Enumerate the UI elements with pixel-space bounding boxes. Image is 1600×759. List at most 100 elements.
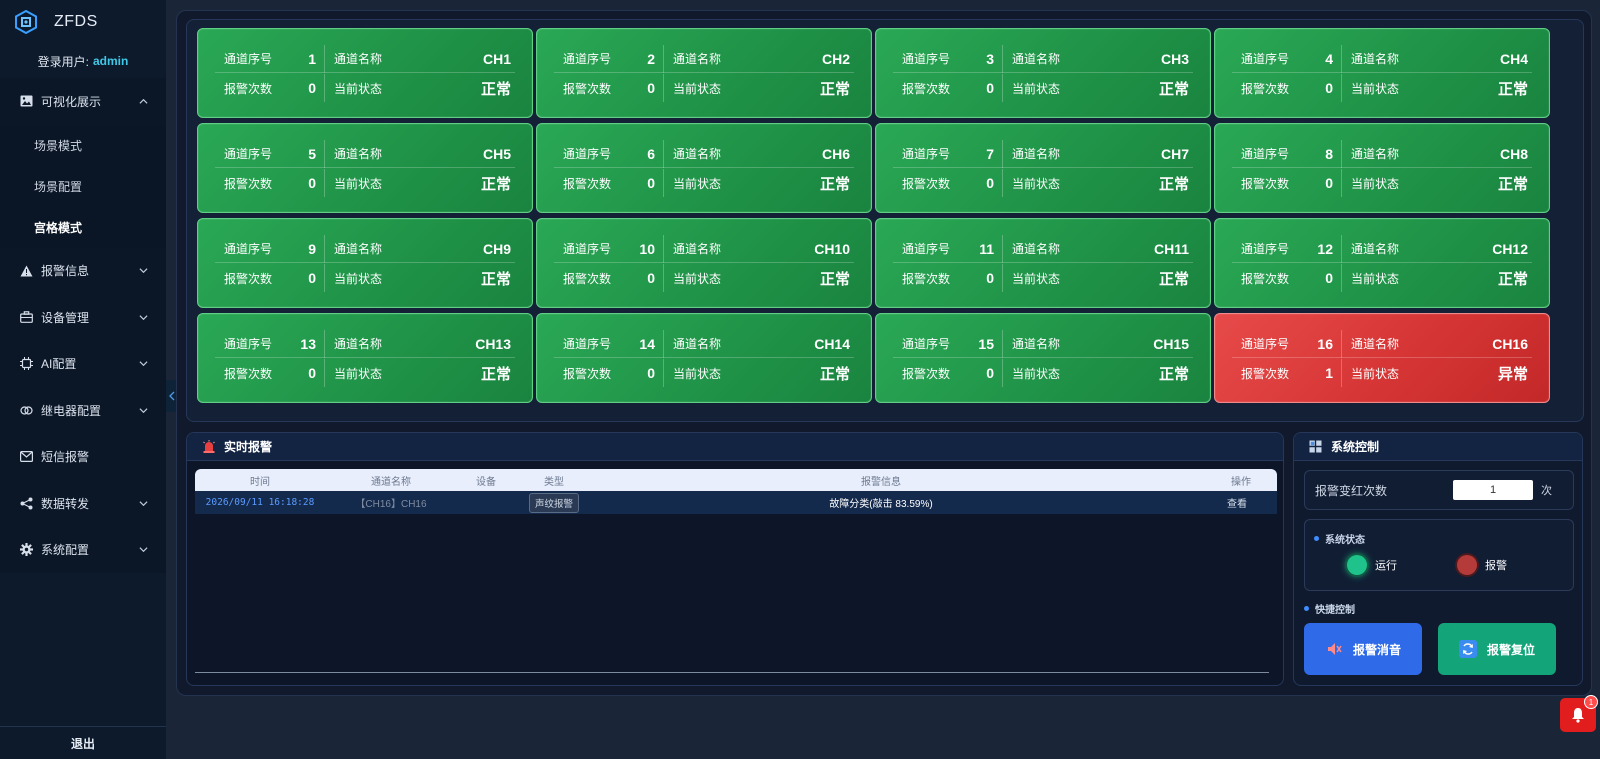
- menu-label: 数据转发: [41, 496, 90, 511]
- table-row[interactable]: 2026/09/11 16:18:28 【CH16】CH16 声纹报警 故障分类…: [195, 491, 1277, 514]
- menu-relay-config[interactable]: 继电器配置: [0, 387, 166, 434]
- menu-label: 报警信息: [41, 264, 90, 279]
- run-led-icon: [1347, 555, 1367, 575]
- channel-name: CH10: [814, 240, 850, 257]
- menu-device-management[interactable]: 设备管理: [0, 294, 166, 341]
- col-channel: 通道名称: [371, 476, 411, 488]
- col-op: 操作: [1231, 476, 1251, 488]
- channel-card[interactable]: 通道序号 9 通道名称 CH9 报警次数 0 当前状态 正常: [197, 218, 533, 308]
- card-row-top: 通道序号 14 通道名称 CH14: [554, 329, 854, 358]
- channel-status: 异常: [1497, 365, 1528, 383]
- label-name: 通道名称: [673, 52, 722, 66]
- col-type: 类型: [544, 476, 564, 488]
- alarm-table-header: 时间 通道名称 设备 类型 报警信息 操作: [195, 469, 1277, 491]
- alarm-threshold-input[interactable]: [1453, 480, 1533, 500]
- alarm-mute-button[interactable]: 报警消音: [1304, 623, 1422, 675]
- card-row-bottom: 报警次数 0 当前状态 正常: [554, 74, 854, 102]
- run-label: 运行: [1375, 560, 1397, 572]
- table-scrollbar[interactable]: [195, 672, 1269, 673]
- menu-scene-mode[interactable]: 场景模式: [0, 125, 166, 166]
- channel-index: 9: [273, 234, 325, 263]
- label-status: 当前状态: [334, 176, 383, 191]
- label-index: 通道序号: [902, 147, 951, 161]
- menu-ai-config[interactable]: AI配置: [0, 341, 166, 388]
- chevron-down-icon: [139, 547, 148, 553]
- cell-info: 故障分类(敲击 83.59%): [829, 499, 933, 510]
- chevron-down-icon: [139, 501, 148, 506]
- channel-status: 正常: [480, 365, 511, 383]
- notification-button[interactable]: 1: [1560, 695, 1598, 732]
- alarm-led-icon: [1457, 555, 1477, 575]
- briefcase-icon: [19, 310, 33, 324]
- channel-card[interactable]: 通道序号 11 通道名称 CH11 报警次数 0 当前状态 正常: [875, 218, 1211, 308]
- alarm-count: 0: [1290, 74, 1342, 102]
- card-row-top: 通道序号 10 通道名称 CH10: [554, 234, 854, 263]
- system-control-panel: 系统控制 报警变红次数 次 系统状态 运行 报警 快捷控制 报警消音: [1293, 432, 1583, 686]
- channel-card[interactable]: 通道序号 3 通道名称 CH3 报警次数 0 当前状态 正常: [875, 28, 1211, 118]
- channel-card[interactable]: 通道序号 2 通道名称 CH2 报警次数 0 当前状态 正常: [536, 28, 872, 118]
- alarm-count: 0: [273, 74, 325, 102]
- channel-index: 13: [273, 329, 325, 358]
- channel-card[interactable]: 通道序号 12 通道名称 CH12 报警次数 0 当前状态 正常: [1214, 218, 1550, 308]
- alarm-label: 报警: [1485, 560, 1507, 572]
- channel-index: 7: [951, 139, 1003, 168]
- system-status-label: 系统状态: [1325, 535, 1365, 546]
- alarm-threshold-unit: 次: [1541, 485, 1552, 497]
- warning-icon: [19, 264, 33, 278]
- login-user: 登录用户: admin: [0, 44, 166, 78]
- channel-card[interactable]: 通道序号 15 通道名称 CH15 报警次数 0 当前状态 正常: [875, 313, 1211, 403]
- label-name: 通道名称: [673, 147, 722, 161]
- label-status: 当前状态: [1012, 176, 1061, 191]
- label-status: 当前状态: [673, 81, 722, 96]
- gear-icon: [19, 543, 33, 557]
- label-alarms: 报警次数: [902, 271, 951, 286]
- channel-card[interactable]: 通道序号 4 通道名称 CH4 报警次数 0 当前状态 正常: [1214, 28, 1550, 118]
- label-name: 通道名称: [1351, 242, 1400, 256]
- menu-data-forwarding[interactable]: 数据转发: [0, 480, 166, 527]
- menu-visualization[interactable]: 可视化展示: [0, 78, 166, 125]
- menu-scene-config[interactable]: 场景配置: [0, 166, 166, 207]
- channel-card[interactable]: 通道序号 5 通道名称 CH5 报警次数 0 当前状态 正常: [197, 123, 533, 213]
- channel-card[interactable]: 通道序号 1 通道名称 CH1 报警次数 0 当前状态 正常: [197, 28, 533, 118]
- menu-alarm-info[interactable]: 报警信息: [0, 248, 166, 295]
- alarm-reset-button[interactable]: 报警复位: [1438, 623, 1556, 675]
- alarm-indicator: 报警: [1457, 555, 1507, 575]
- label-alarms: 报警次数: [1241, 366, 1290, 381]
- channel-card[interactable]: 通道序号 16 通道名称 CH16 报警次数 1 当前状态 异常: [1214, 313, 1550, 403]
- label-status: 当前状态: [334, 271, 383, 286]
- quick-control-label: 快捷控制: [1315, 605, 1355, 616]
- cell-channel: 【CH16】CH16: [355, 499, 427, 510]
- channel-card[interactable]: 通道序号 8 通道名称 CH8 报警次数 0 当前状态 正常: [1214, 123, 1550, 213]
- label-index: 通道序号: [902, 52, 951, 66]
- label-index: 通道序号: [902, 242, 951, 256]
- channel-card[interactable]: 通道序号 13 通道名称 CH13 报警次数 0 当前状态 正常: [197, 313, 533, 403]
- app-title: ZFDS: [54, 13, 98, 30]
- channel-name: CH11: [1153, 240, 1189, 257]
- channel-name: CH15: [1153, 335, 1189, 352]
- channel-card[interactable]: 通道序号 10 通道名称 CH10 报警次数 0 当前状态 正常: [536, 218, 872, 308]
- card-row-top: 通道序号 7 通道名称 CH7: [893, 139, 1193, 168]
- channel-card[interactable]: 通道序号 6 通道名称 CH6 报警次数 0 当前状态 正常: [536, 123, 872, 213]
- alarm-table: 时间 通道名称 设备 类型 报警信息 操作 2026/09/11 16:18:2…: [195, 469, 1277, 675]
- card-row-top: 通道序号 12 通道名称 CH12: [1232, 234, 1532, 263]
- channel-card[interactable]: 通道序号 14 通道名称 CH14 报警次数 0 当前状态 正常: [536, 313, 872, 403]
- logo-icon: [15, 10, 37, 34]
- card-row-bottom: 报警次数 0 当前状态 正常: [893, 169, 1193, 197]
- image-icon: [19, 94, 33, 108]
- card-row-top: 通道序号 5 通道名称 CH5: [215, 139, 515, 168]
- logout-button[interactable]: 退出: [0, 726, 166, 759]
- label-index: 通道序号: [563, 337, 612, 351]
- channel-card[interactable]: 通道序号 7 通道名称 CH7 报警次数 0 当前状态 正常: [875, 123, 1211, 213]
- menu-grid-mode[interactable]: 宫格模式: [0, 207, 166, 248]
- label-name: 通道名称: [1012, 242, 1061, 256]
- channel-status: 正常: [1497, 175, 1528, 193]
- channel-name: CH7: [1160, 145, 1189, 162]
- alarm-count: 0: [951, 74, 1003, 102]
- menu-sms-alarm[interactable]: 短信报警: [0, 434, 166, 481]
- menu-system-config[interactable]: 系统配置: [0, 527, 166, 574]
- chip-icon: [19, 357, 33, 371]
- view-link[interactable]: 查看: [1169, 495, 1277, 510]
- system-status-title: 系统状态: [1314, 531, 1365, 546]
- channel-index: 11: [951, 234, 1003, 263]
- chevron-down-icon: [139, 315, 148, 320]
